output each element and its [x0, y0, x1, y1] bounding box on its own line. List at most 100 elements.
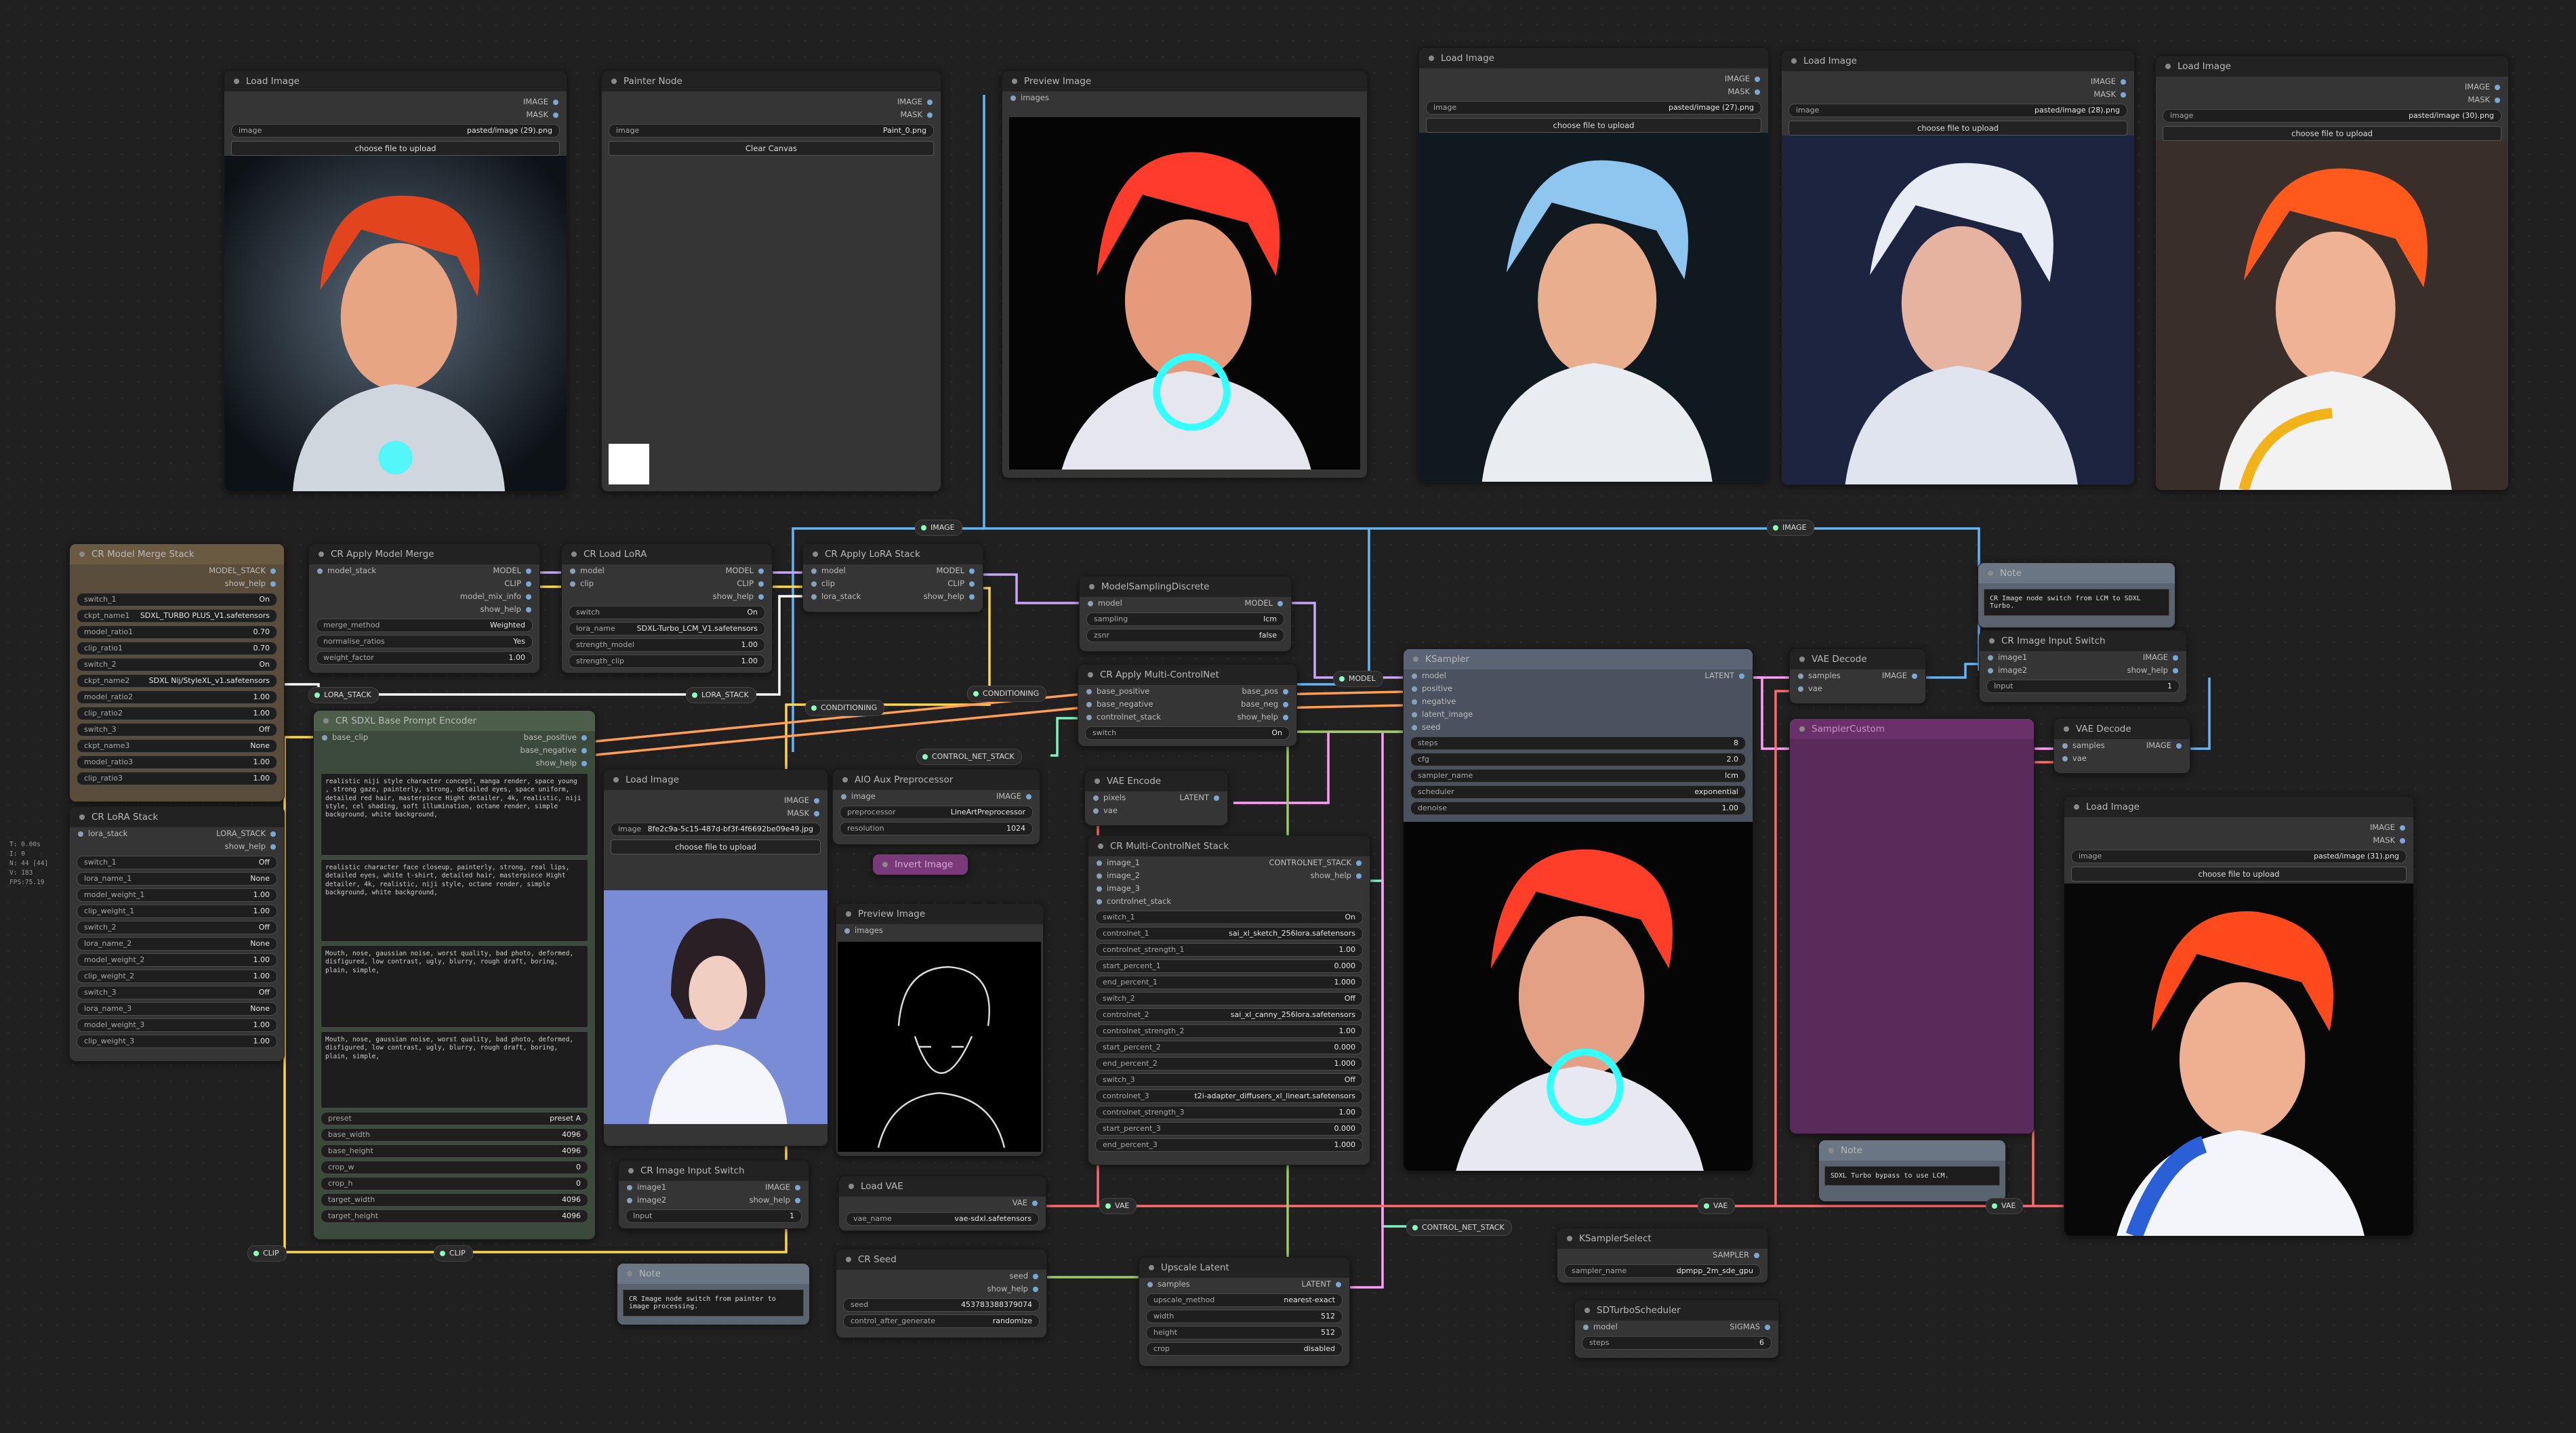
output-show-help[interactable]: show_help	[1238, 711, 1288, 724]
upload-button[interactable]: choose file to upload	[1426, 118, 1761, 133]
vae-encode-node[interactable]: VAE Encode pixels vae LATENT	[1084, 770, 1228, 826]
output-base-negative[interactable]: base_negative	[520, 744, 587, 757]
input-controlnet-stack[interactable]: controlnet_stack	[1078, 711, 1161, 724]
widget-switch-3[interactable]: switch_3 Off	[77, 723, 277, 736]
output-show-help[interactable]: show_help	[460, 603, 531, 616]
widget-end-percent-1[interactable]: end_percent_1 1.000	[1095, 976, 1363, 989]
input-base-positive[interactable]: base_positive	[1078, 685, 1161, 698]
apply-multi-controlnet-node[interactable]: CR Apply Multi-ControlNet base_positive b…	[1078, 664, 1297, 747]
output-latent[interactable]: LATENT	[1179, 791, 1219, 804]
input-model[interactable]: model	[1404, 669, 1473, 682]
output-controlnet-stack[interactable]: CONTROLNET_STACK	[1269, 856, 1362, 869]
node-title[interactable]: Preview Image	[1002, 71, 1367, 91]
output-mask[interactable]: MASK	[610, 108, 933, 121]
reroute-image[interactable]: IMAGE	[1767, 520, 1814, 536]
widget-switch[interactable]: switch On	[1085, 726, 1290, 740]
note-text[interactable]: CR Image node switch from painter to ima…	[623, 1289, 804, 1316]
input-samples[interactable]: samples	[2054, 739, 2105, 752]
widget-strength-clip[interactable]: strength_clip 1.00	[569, 655, 765, 668]
widget-switch-1[interactable]: switch_1 Off	[77, 856, 277, 869]
widget-crop[interactable]: crop disabled	[1146, 1342, 1343, 1356]
reroute-vae[interactable]: VAE	[1099, 1198, 1137, 1214]
input-positive[interactable]: positive	[1404, 682, 1473, 695]
reroute-lora-stack[interactable]: LORA_STACK	[308, 687, 379, 703]
reroute-clip[interactable]: CLIP	[247, 1245, 287, 1262]
output-clip[interactable]: CLIP	[460, 577, 531, 590]
output-sampler[interactable]: SAMPLER	[1566, 1249, 1759, 1262]
input-lora-stack[interactable]: lora_stack	[803, 590, 861, 603]
widget-weight-factor[interactable]: weight_factor 1.00	[316, 651, 533, 665]
output-show-help[interactable]: show_help	[1269, 869, 1362, 882]
widget-clip-weight-1[interactable]: clip_weight_1 1.00	[77, 905, 277, 918]
node-title[interactable]: CR Image Input Switch	[619, 1161, 809, 1181]
reroute-image[interactable]: IMAGE	[915, 520, 962, 536]
sdturbo-scheduler-node[interactable]: SDTurboScheduler model SIGMAS steps 6	[1574, 1300, 1779, 1358]
model-merge-stack-node[interactable]: CR Model Merge Stack MODEL_STACK show_he…	[69, 543, 285, 802]
output-image[interactable]: IMAGE	[996, 790, 1031, 803]
vae-decode-node[interactable]: VAE Decode samples vae IMAGE	[1789, 648, 1926, 704]
widget-controlnet-strength-1[interactable]: controlnet_strength_1 1.00	[1095, 943, 1363, 957]
upload-button[interactable]: choose file to upload	[2163, 126, 2501, 141]
widget-clip-ratio2[interactable]: clip_ratio2 1.00	[77, 707, 277, 720]
input-seed[interactable]: seed	[1404, 721, 1473, 734]
node-title[interactable]: Upscale Latent	[1139, 1258, 1349, 1278]
output-mask[interactable]: MASK	[232, 108, 558, 121]
node-title[interactable]: SDTurboScheduler	[1575, 1300, 1778, 1321]
output-sigmas[interactable]: SIGMAS	[1730, 1321, 1770, 1333]
widget-model-weight-3[interactable]: model_weight_3 1.00	[77, 1018, 277, 1032]
image-select[interactable]: image pasted/image (30).png	[2163, 109, 2501, 123]
output-image[interactable]: IMAGE	[1882, 669, 1917, 682]
output-base-positive[interactable]: base_positive	[520, 731, 587, 744]
upload-button[interactable]: choose file to upload	[2071, 867, 2407, 881]
widget-model-ratio2[interactable]: model_ratio2 1.00	[77, 690, 277, 704]
clear-canvas-button[interactable]: Clear Canvas	[609, 141, 934, 156]
output-model-mix-info[interactable]: model_mix_info	[460, 590, 531, 603]
node-title[interactable]: Preview Image	[836, 904, 1043, 924]
widget-sampler-name[interactable]: sampler_name lcm	[1410, 769, 1746, 783]
reroute-lora-stack[interactable]: LORA_STACK	[686, 687, 756, 703]
upload-button[interactable]: choose file to upload	[231, 141, 560, 156]
widget-switch-2[interactable]: switch_2 Off	[1095, 992, 1363, 1005]
input-vae[interactable]: vae	[1085, 804, 1126, 817]
widget-controlnet-2[interactable]: controlnet_2 sai_xl_canny_256lora.safeten…	[1095, 1008, 1363, 1022]
preview-image-node[interactable]: Preview Image images	[1002, 70, 1368, 478]
widget-scheduler[interactable]: scheduler exponential	[1410, 785, 1746, 799]
widget-ckpt-name1[interactable]: ckpt_name1 SDXL_TURBO PLUS_V1.safetensors	[77, 609, 277, 623]
widget-base-height[interactable]: base_height 4096	[321, 1144, 588, 1158]
node-title[interactable]: Load Image	[2156, 56, 2508, 77]
widget-switch-1[interactable]: switch_1 On	[77, 593, 277, 606]
widget-base-width[interactable]: base_width 4096	[321, 1128, 588, 1142]
widget-normalise-ratios[interactable]: normalise_ratios Yes	[316, 635, 533, 648]
seed-node[interactable]: CR Seed seed show_help seed 45378338837907…	[836, 1249, 1047, 1338]
widget-clip-weight-3[interactable]: clip_weight_3 1.00	[77, 1035, 277, 1048]
widget-model-ratio3[interactable]: model_ratio3 1.00	[77, 755, 277, 769]
load-image-node[interactable]: Load Image IMAGE MASK image 8fe2c9a-5c15-4…	[603, 769, 828, 1146]
widget-vae-name[interactable]: vae_name vae-sdxl.safetensors	[846, 1212, 1039, 1226]
sampler-custom-node[interactable]: SamplerCustom	[1789, 718, 2035, 1134]
node-title[interactable]: Load Image	[224, 71, 567, 91]
node-title[interactable]: Note	[1978, 563, 2175, 583]
input-vae[interactable]: vae	[2054, 752, 2105, 765]
widget-upscale-method[interactable]: upscale_method nearest-exact	[1146, 1293, 1343, 1307]
node-title[interactable]: CR Apply Model Merge	[309, 544, 539, 564]
widget-controlnet-1[interactable]: controlnet_1 sai_xl_sketch_256lora.safete…	[1095, 927, 1363, 940]
load-vae-node[interactable]: Load VAE VAE vae_name vae-sdxl.safetensor…	[838, 1176, 1046, 1231]
widget-merge-method[interactable]: merge_method Weighted	[316, 619, 533, 632]
aux-preprocessor-node[interactable]: AIO Aux Preprocessor image IMAGE preproce…	[832, 769, 1040, 845]
negative-l-textarea[interactable]: Mouth, nose, gaussian noise, worst quali…	[321, 1031, 588, 1108]
image-input-switch-node[interactable]: CR Image Input Switch image1 image2 IMAGE s…	[1979, 630, 2187, 703]
prompt-encoder-node[interactable]: CR SDXL Base Prompt Encoder base_clip bas…	[313, 710, 596, 1240]
widget-crop-h[interactable]: crop_h 0	[321, 1177, 588, 1190]
input-controlnet-stack[interactable]: controlnet_stack	[1088, 895, 1171, 908]
output-base-pos[interactable]: base_pos	[1238, 685, 1288, 698]
output-show-help[interactable]: show_help	[520, 757, 587, 770]
output-mask[interactable]: MASK	[2164, 94, 2500, 106]
widget-height[interactable]: height 512	[1146, 1326, 1343, 1339]
model-sampling-node[interactable]: ModelSamplingDiscrete model MODEL samplin…	[1079, 576, 1292, 652]
output-latent[interactable]: LATENT	[1704, 669, 1744, 682]
load-image-node[interactable]: Load Image IMAGE MASK image pasted/image (…	[2155, 56, 2509, 491]
widget-sampler-name[interactable]: sampler_name dpmpp_2m_sde_gpu	[1564, 1264, 1761, 1278]
widget-controlnet-strength-3[interactable]: controlnet_strength_3 1.00	[1095, 1106, 1363, 1119]
output-image[interactable]: IMAGE	[612, 794, 819, 807]
input-image1[interactable]: image1	[1980, 651, 2027, 664]
